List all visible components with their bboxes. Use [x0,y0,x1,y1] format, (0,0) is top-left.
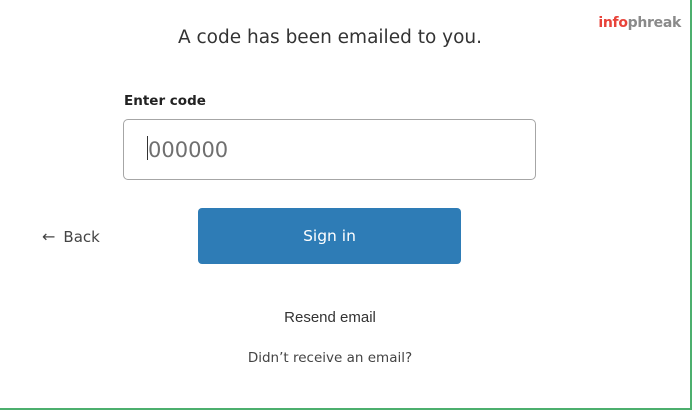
back-link-label: Back [63,228,100,246]
left-arrow-icon: ← [42,227,56,246]
sign-in-button[interactable]: Sign in [198,208,461,264]
resend-email-link[interactable]: Resend email [0,308,660,328]
code-field-label: Enter code [124,93,206,109]
text-caret [147,136,148,160]
code-input[interactable] [123,119,536,180]
sign-in-panel: infophreak A code has been emailed to yo… [0,0,692,410]
back-link[interactable]: ← Back [42,227,100,247]
didnt-receive-email-link[interactable]: Didn’t receive an email? [0,349,660,367]
page-title: A code has been emailed to you. [177,27,483,48]
